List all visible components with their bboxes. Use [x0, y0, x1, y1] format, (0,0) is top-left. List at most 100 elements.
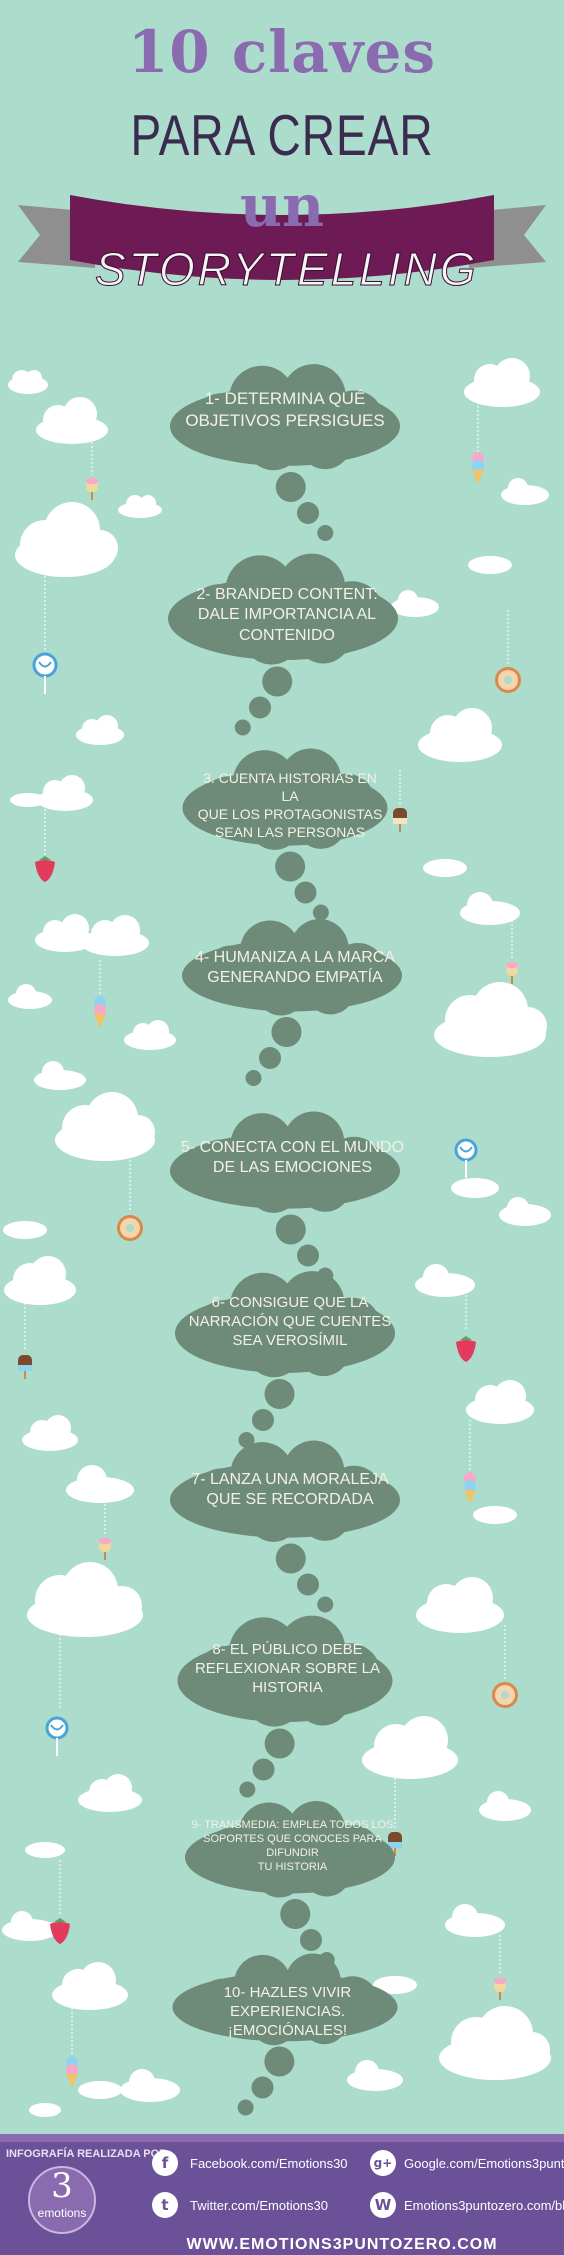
key-1-text: 1- determina qué objetivos persigues [170, 388, 400, 432]
brand-logo-word: emotions [37, 2206, 87, 2220]
key-2-text: 2- branded content: dale importancia al … [172, 585, 402, 646]
lollipop-icon [45, 1716, 69, 1756]
white-cloud [499, 1197, 551, 1226]
white-cloud [8, 370, 48, 394]
key-4-text: 4- humaniza a la marca generando empatía [185, 948, 405, 989]
thought-dot [300, 1929, 322, 1951]
google-link[interactable]: Google.com/Emotions3puntozero [404, 2156, 564, 2171]
title-line-1: 10 claves [127, 18, 437, 86]
thought-dot [275, 1543, 306, 1574]
key-3-text: 3. cuenta historias en la que los protag… [195, 770, 385, 842]
white-cloud [473, 1506, 517, 1524]
thought-dot [317, 1596, 334, 1613]
white-cloud [52, 1962, 128, 2010]
thought-dot [297, 1244, 319, 1267]
white-cloud [445, 1904, 505, 1937]
popsicle-icon [86, 478, 98, 500]
key-line: historia [252, 1679, 323, 1697]
key-line: 1- determina qué [204, 389, 366, 408]
wordpress-icon[interactable]: W [370, 2192, 396, 2218]
white-cloud [124, 1020, 176, 1050]
popsicle-icon [99, 1538, 111, 1560]
white-cloud [10, 793, 46, 807]
white-cloud [81, 915, 149, 956]
website-url[interactable]: WWW.EMOTIONS3PUNTOZERO.COM [120, 2236, 564, 2254]
thought-dot [271, 1017, 302, 1047]
white-cloud [66, 1465, 134, 1503]
key-10-text: 10- hazles vivir experiencias. ¡emocióna… [175, 1983, 400, 2041]
thought-dot [264, 1728, 295, 1759]
key-line: 4- humaniza a la marca [194, 949, 396, 966]
white-cloud [4, 1256, 76, 1305]
donut-icon [492, 1682, 518, 1708]
white-cloud [78, 1774, 142, 1812]
thought-dot [317, 525, 334, 541]
white-cloud [15, 502, 118, 577]
key-line: 9- transmedia: emplea todos los [191, 1819, 394, 1831]
white-cloud [416, 1577, 504, 1633]
strawberry-icon [456, 1336, 476, 1362]
footer-stripe [0, 2134, 564, 2142]
key-8-text: 8- el público debe reflexionar sobre la … [180, 1640, 395, 1698]
white-cloud [434, 982, 547, 1057]
white-cloud [22, 1415, 78, 1451]
title-line-3: un [239, 172, 325, 240]
white-cloud [451, 1178, 499, 1198]
thought-dot [275, 851, 306, 882]
key-6-text: 6- consigue que la narración que cuentes… [185, 1293, 395, 1351]
thought-dot [262, 666, 293, 697]
white-cloud [118, 495, 162, 518]
white-cloud [36, 397, 108, 444]
twitter-icon[interactable]: t [152, 2192, 178, 2218]
white-cloud [55, 1092, 155, 1161]
twitter-link[interactable]: Twitter.com/Emotions30 [190, 2198, 328, 2213]
infographic: 10 claves PARA CREAR un STORYTELLING 1- … [0, 0, 564, 2255]
thought-dot [239, 1781, 256, 1798]
key-line: 7- lanza una moraleja [191, 1471, 389, 1488]
white-cloud [78, 2081, 122, 2099]
thought-dot [237, 2099, 254, 2116]
key-line: sea verosímil [232, 1332, 348, 1350]
key-7-text: 7- lanza una moraleja que se recordada [175, 1470, 405, 1511]
key-line: 6- consigue que la [211, 1294, 369, 1311]
white-cloud [501, 478, 549, 505]
key-line: 10- hazles vivir experiencias. [223, 1984, 352, 2021]
white-cloud [347, 2060, 403, 2091]
white-cloud [464, 358, 540, 407]
thought-dot [249, 696, 271, 719]
lollipop-icon [454, 1138, 478, 1178]
thought-dot [297, 1573, 319, 1596]
white-cloud [8, 984, 52, 1009]
donut-icon [495, 667, 521, 693]
thought-dot [312, 904, 329, 921]
banner-title: STORYTELLING [95, 243, 479, 296]
strawberry-icon [35, 856, 55, 882]
key-line: 5- conecta con el mundo [180, 1139, 405, 1156]
key-line: 2- branded content: [196, 586, 378, 603]
key-line: sean las personas [214, 823, 366, 840]
brand-logo-number: 3 [51, 2166, 73, 2206]
key-line: que los protagonistas [197, 805, 383, 822]
ice-cream-icon [66, 2056, 78, 2088]
thought-dot [234, 719, 251, 736]
key-line: contenido [239, 626, 335, 644]
facebook-link[interactable]: Facebook.com/Emotions30 [190, 2156, 348, 2171]
white-cloud [460, 892, 520, 925]
popsicle-icon [494, 1978, 506, 2000]
white-cloud [415, 1264, 475, 1297]
ice-cream-icon [464, 1472, 476, 1504]
white-cloud [29, 2103, 61, 2117]
white-cloud [120, 2069, 180, 2102]
white-cloud [3, 1221, 47, 1239]
key-line: 3. cuenta historias en la [203, 770, 377, 804]
white-cloud [468, 556, 512, 574]
white-cloud [466, 1380, 534, 1424]
key-line: 8- el público debe [212, 1641, 363, 1658]
google-plus-icon[interactable]: g+ [370, 2150, 396, 2176]
white-cloud [76, 715, 124, 745]
facebook-icon[interactable]: f [152, 2150, 178, 2176]
thought-dot [245, 1070, 262, 1086]
thought-dot [252, 1409, 274, 1431]
blog-link[interactable]: Emotions3puntozero.com/blog [404, 2198, 564, 2213]
key-line: reflexionar sobre la [194, 1660, 381, 1678]
